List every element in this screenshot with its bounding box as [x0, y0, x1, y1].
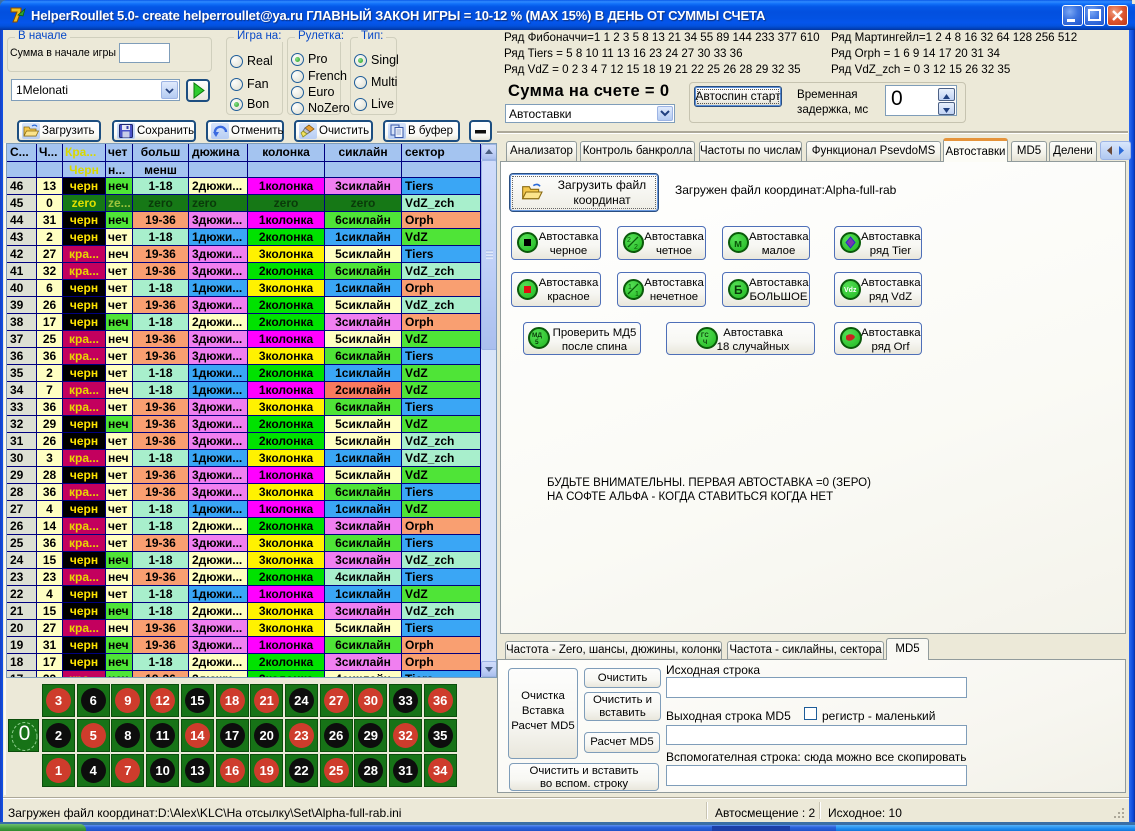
svg-text:5: 5	[535, 339, 539, 346]
svg-text:1: 1	[635, 291, 639, 298]
svg-text:2: 2	[634, 244, 638, 251]
svg-text:2: 2	[627, 237, 631, 244]
svg-text:Б: Б	[734, 283, 743, 297]
svg-text:Ч: Ч	[703, 340, 707, 346]
svg-text:1: 1	[628, 284, 632, 291]
svg-text:ГС: ГС	[701, 333, 709, 339]
svg-text:м: м	[734, 238, 742, 250]
svg-text:МД: МД	[532, 332, 542, 339]
svg-text:Vdz: Vdz	[844, 287, 857, 294]
